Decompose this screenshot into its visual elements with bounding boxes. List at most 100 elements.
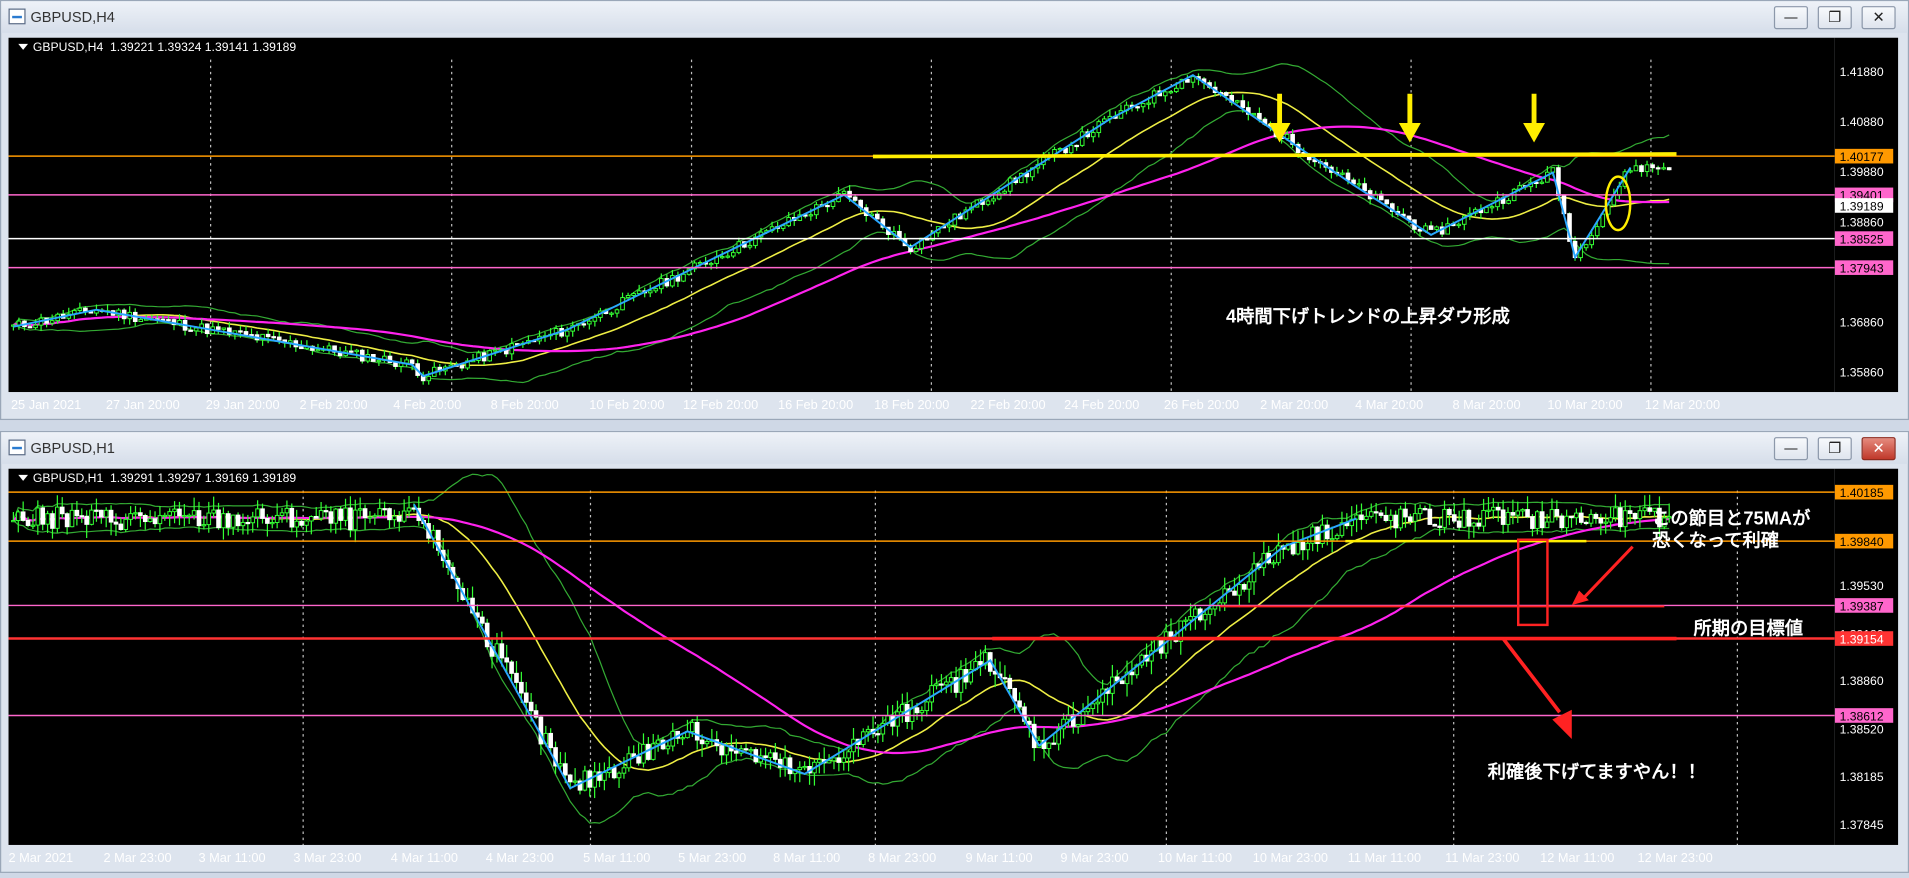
candle-bull — [55, 506, 60, 529]
candle-bear — [499, 643, 505, 659]
candle-bull — [996, 192, 1002, 200]
candle-bear — [1655, 167, 1661, 170]
candle-bull — [572, 780, 578, 783]
candle-bull — [846, 751, 851, 759]
candle-bull — [89, 509, 94, 525]
candle-bull — [816, 759, 822, 763]
candle-bull — [1471, 522, 1477, 527]
candle-bull — [133, 512, 138, 515]
time-label: 26 Feb 20:00 — [1164, 397, 1239, 412]
candle-bull — [1340, 172, 1345, 175]
candle-bear — [338, 508, 343, 521]
candle-bear — [393, 361, 398, 367]
h1-window: GBPUSD,H1 — ❐ ✕ GBPUSD,H1 1.39291 1.3929… — [0, 430, 1909, 873]
candle-bull — [186, 514, 192, 517]
price-tag-label: 1.38612 — [1840, 709, 1884, 723]
time-label: 9 Mar 11:00 — [965, 850, 1032, 865]
restore-button[interactable]: ❐ — [1817, 437, 1852, 461]
candle-bull — [1505, 512, 1511, 525]
minimize-button[interactable]: — — [1773, 437, 1808, 461]
candle-bear — [1466, 509, 1472, 527]
h1-annotation: 利確後下げてますやん！！ — [1488, 761, 1706, 782]
candle-bear — [1393, 514, 1398, 529]
candle-bear — [694, 721, 700, 741]
candle-bull — [1412, 513, 1418, 522]
candle-bull — [426, 375, 432, 382]
candle-bear — [1324, 524, 1330, 540]
minimize-button[interactable]: — — [1773, 6, 1808, 30]
candle-bear — [74, 509, 80, 517]
resistance-line — [872, 152, 1677, 159]
candle-bull — [11, 520, 16, 523]
h4-price-scale[interactable]: 1.41880 1.40880 1.39880 1.39189 1.38860 1.368… — [1834, 37, 1899, 393]
candle-bull — [704, 740, 710, 745]
h1-titlebar[interactable]: GBPUSD,H1 — ❐ ✕ — [1, 432, 1908, 464]
candle-bear — [142, 514, 148, 523]
candle-bull — [802, 766, 807, 769]
candle-bull — [1251, 112, 1257, 116]
candle-bear — [1408, 516, 1413, 522]
candle-bull — [1594, 226, 1600, 237]
price-label: 1.41880 — [1840, 65, 1884, 79]
restore-button[interactable]: ❐ — [1817, 6, 1852, 30]
candle-bear — [528, 701, 534, 712]
candle-bear — [1257, 112, 1262, 120]
candle-bull — [1146, 102, 1151, 105]
candle-bear — [1383, 514, 1389, 521]
candle-bull — [1588, 513, 1594, 524]
h1-price-scale[interactable]: 1.39530 1.38860 1.38520 1.38185 1.37845 1.391… — [1834, 468, 1899, 845]
candle-bear — [548, 732, 553, 749]
candle-bear — [1632, 512, 1638, 520]
price-tag-label: 1.39189 — [1840, 199, 1884, 213]
candle-bull — [724, 745, 729, 756]
candle-bull — [1633, 165, 1639, 172]
h4-chart-area[interactable]: GBPUSD,H4 1.39221 1.39324 1.39141 1.3918… — [8, 37, 1835, 393]
candle-bull — [808, 214, 814, 217]
time-label: 5 Mar 23:00 — [678, 850, 746, 865]
time-label: 2 Feb 20:00 — [300, 397, 368, 412]
candle-bull — [946, 224, 952, 228]
candle-bull — [841, 757, 847, 763]
close-button[interactable]: ✕ — [1861, 437, 1896, 461]
candle-bull — [1613, 507, 1618, 519]
price-label: 1.38860 — [1840, 216, 1884, 230]
candle-bear — [289, 507, 295, 528]
candle-bear — [1428, 225, 1434, 230]
candle-bull — [1417, 508, 1423, 515]
candle-bull — [929, 685, 934, 703]
time-label: 4 Mar 20:00 — [1355, 397, 1423, 412]
candle-bear — [611, 767, 617, 779]
h1-chart-area[interactable]: GBPUSD,H1 1.39291 1.39297 1.39169 1.3918… — [8, 468, 1835, 845]
candle-bull — [991, 198, 996, 202]
candle-bear — [20, 511, 26, 521]
time-label: 2 Mar 2021 — [9, 850, 74, 865]
candle-bull — [240, 521, 246, 527]
candle-bear — [25, 519, 31, 526]
down-arrow-icon — [1523, 122, 1546, 143]
candle-bear — [1569, 515, 1574, 519]
h4-titlebar[interactable]: GBPUSD,H4 — ❐ ✕ — [1, 1, 1908, 33]
h1-window-title: GBPUSD,H1 — [30, 439, 115, 457]
price-label: 1.35860 — [1840, 365, 1884, 379]
candle-bull — [1080, 711, 1086, 725]
candle-bear — [763, 755, 768, 758]
candle-bull — [924, 701, 930, 712]
candle-bull — [943, 681, 949, 686]
candle-bull — [274, 514, 280, 523]
candle-bear — [1241, 584, 1247, 590]
candle-bear — [113, 521, 119, 525]
red-arrow-icon — [1571, 590, 1589, 606]
candle-bull — [1583, 244, 1589, 249]
candle-bull — [650, 743, 656, 760]
candle-bull — [15, 511, 21, 522]
price-label: 1.39880 — [1840, 165, 1884, 179]
candle-bear — [1559, 515, 1565, 529]
candle-bull — [255, 508, 260, 518]
time-label: 10 Feb 20:00 — [589, 397, 664, 412]
candle-bull — [831, 757, 837, 762]
close-button[interactable]: ✕ — [1861, 6, 1896, 30]
candle-bull — [1456, 223, 1462, 227]
candle-bear — [852, 196, 858, 201]
candle-bull — [309, 516, 314, 522]
candle-bull — [1364, 515, 1369, 521]
